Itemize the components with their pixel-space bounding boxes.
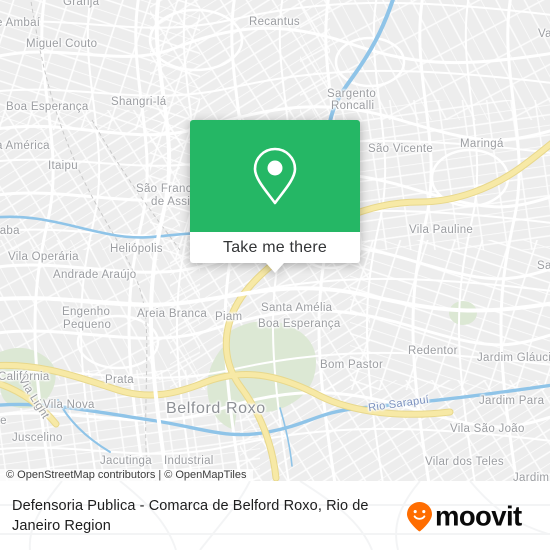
map-attribution: © OpenStreetMap contributors | © OpenMap… (0, 469, 253, 481)
app-root: Granja e Ambaí Miguel Couto Recantus Boa Esp… (0, 0, 550, 550)
popup-cta-label: Take me there (223, 238, 327, 256)
moovit-logo-mark: moovit (407, 500, 523, 531)
location-popup[interactable]: Take me there (190, 120, 360, 273)
svg-text:moovit: moovit (435, 500, 522, 531)
popup-cta-button[interactable]: Take me there (190, 232, 360, 263)
attribution-tiles-link[interactable]: © OpenMapTiles (164, 469, 246, 481)
attribution-osm-link[interactable]: © OpenStreetMap contributors (6, 469, 155, 481)
attribution-separator: | (158, 469, 162, 481)
moovit-logo[interactable]: moovit (406, 500, 538, 532)
place-title: Defensoria Publica - Comarca de Belford … (12, 497, 369, 534)
map-viewport[interactable]: Granja e Ambaí Miguel Couto Recantus Boa Esp… (0, 0, 550, 481)
bottom-info-bar: Defensoria Publica - Comarca de Belford … (0, 481, 550, 550)
popup-header (190, 120, 360, 232)
map-pin-icon (253, 147, 297, 205)
popup-pointer (266, 263, 284, 273)
